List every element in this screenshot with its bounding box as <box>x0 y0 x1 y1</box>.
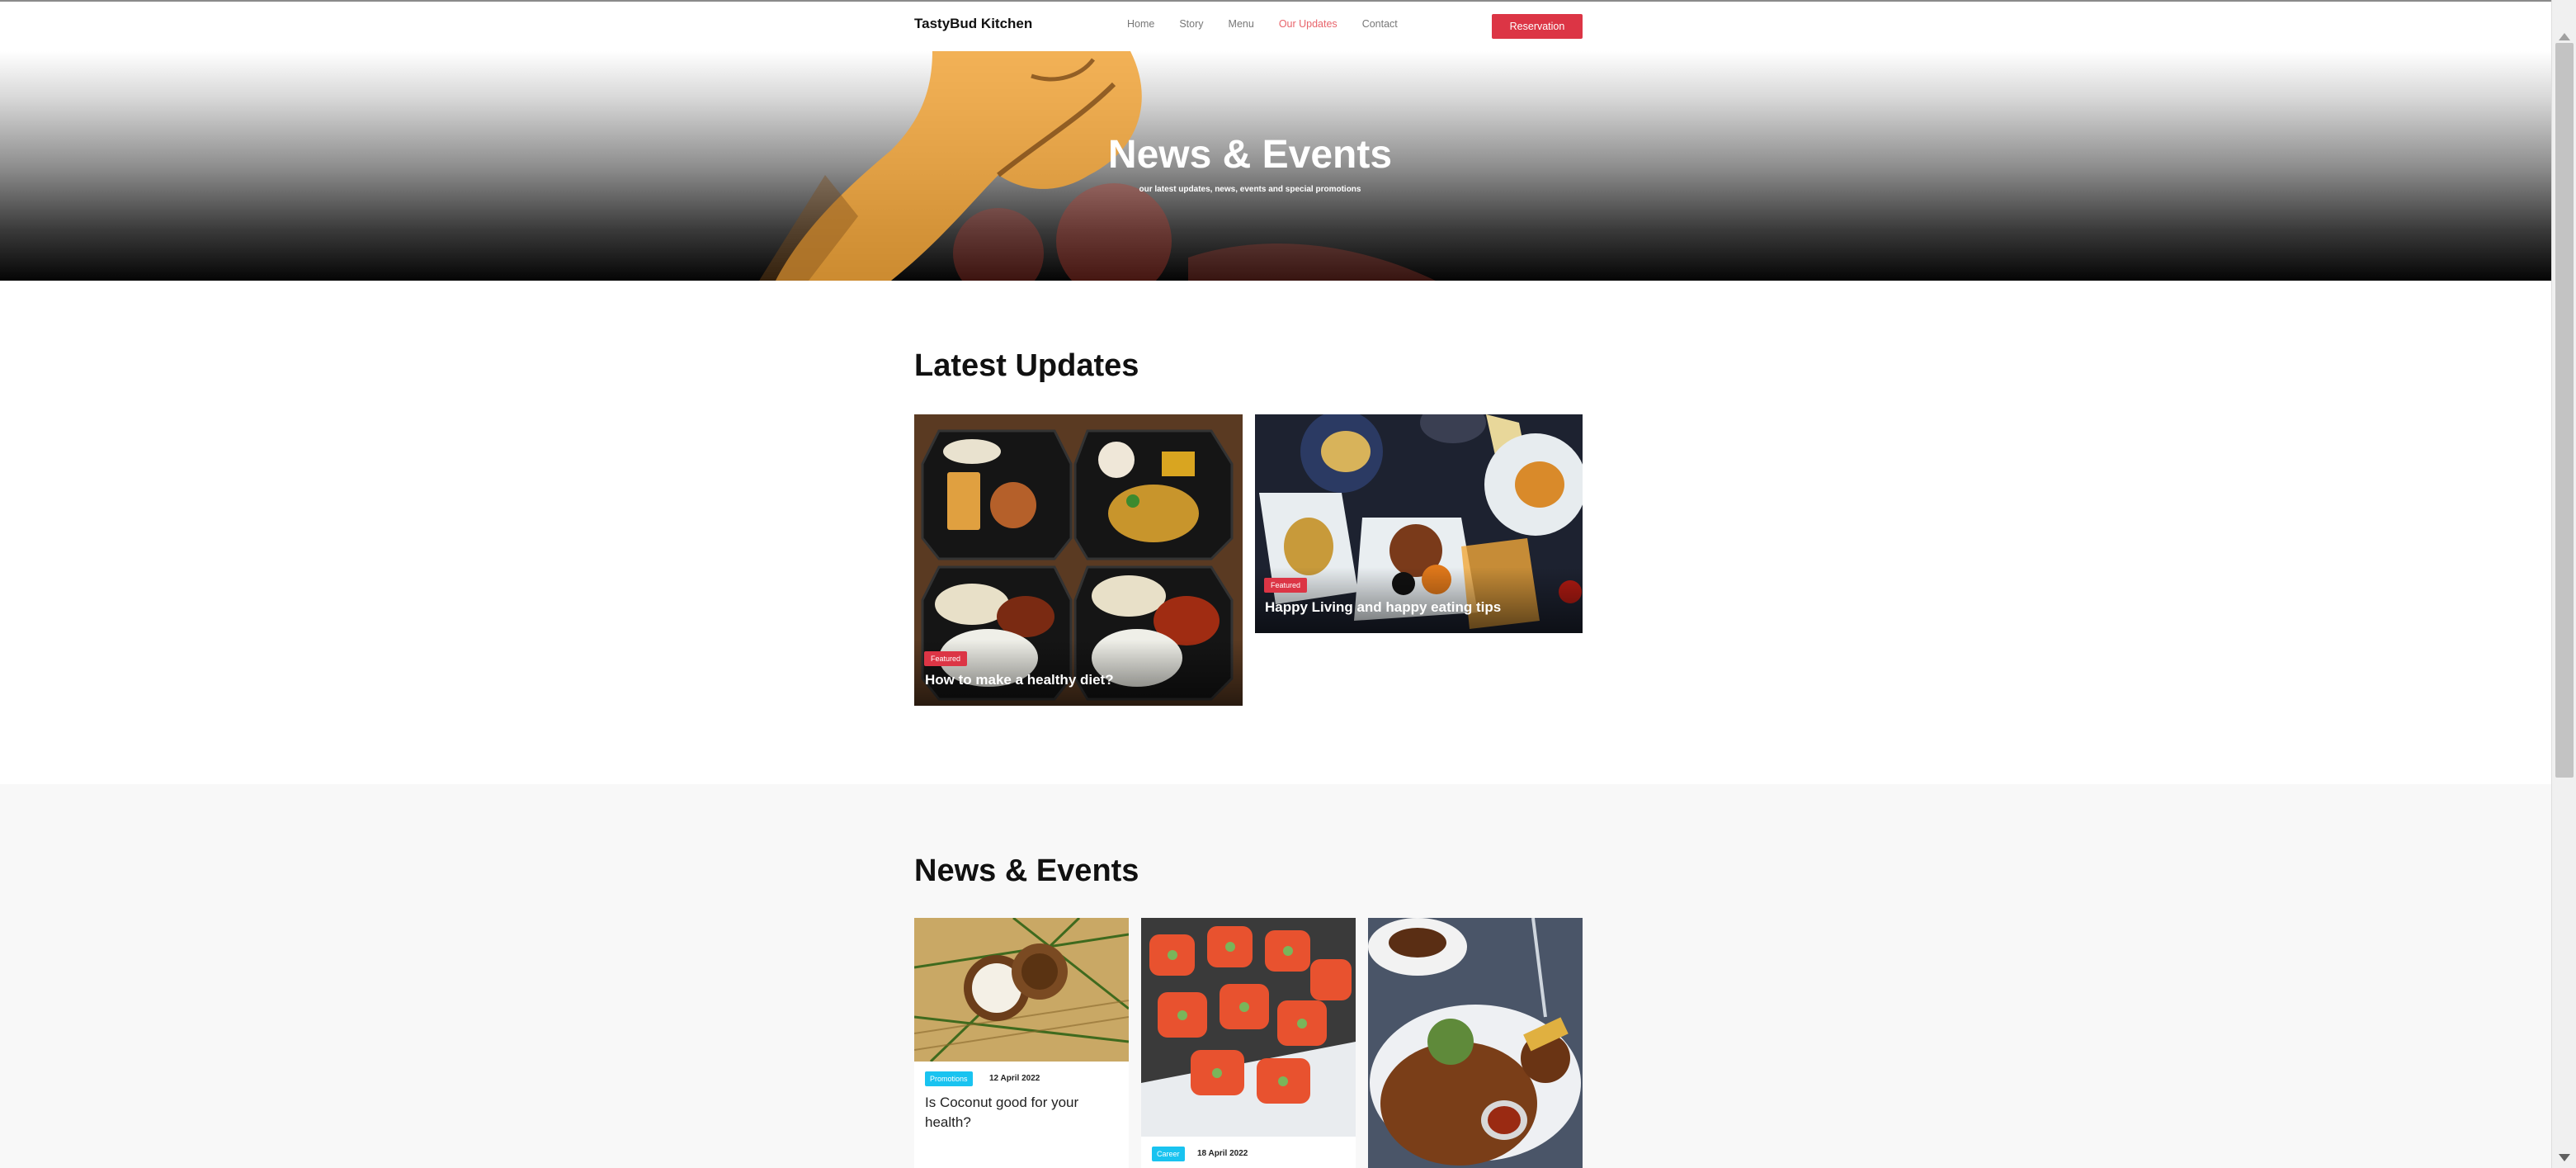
news-card[interactable] <box>1368 918 1583 1168</box>
nav-link-our-updates[interactable]: Our Updates <box>1279 18 1338 30</box>
scroll-down-arrow-icon[interactable] <box>2559 1154 2570 1161</box>
scrollbar-thumb[interactable] <box>2555 43 2574 778</box>
sushi-image <box>1141 918 1356 1137</box>
news-events-title: News & Events <box>914 854 1139 888</box>
news-card[interactable]: Career 18 April 2022 <box>1141 918 1356 1168</box>
page: TastyBud Kitchen Home Story Menu Our Upd… <box>0 0 2551 1168</box>
latest-update-card[interactable]: Featured Happy Living and happy eating t… <box>1255 414 1583 633</box>
news-events-section: News & Events Promotions 12 April 2022 I… <box>0 784 2551 1168</box>
news-date: 12 April 2022 <box>989 1074 1040 1083</box>
nav-link-menu[interactable]: Menu <box>1229 18 1254 30</box>
card-title[interactable]: Happy Living and happy eating tips <box>1265 599 1501 616</box>
rice-dish-image <box>1368 918 1583 1168</box>
scrollbar[interactable] <box>2551 0 2576 1168</box>
hero-subtitle: our latest updates, news, events and spe… <box>1139 185 1361 194</box>
nav-link-contact[interactable]: Contact <box>1362 18 1398 30</box>
news-card[interactable]: Promotions 12 April 2022 Is Coconut good… <box>914 918 1129 1168</box>
news-title[interactable]: Is Coconut good for your health? <box>925 1093 1115 1133</box>
latest-updates-title: Latest Updates <box>914 348 1139 383</box>
category-badge: Promotions <box>925 1071 973 1086</box>
nav-links: Home Story Menu Our Updates Contact <box>1127 18 1422 30</box>
category-badge: Career <box>1152 1147 1185 1161</box>
latest-updates-section: Latest Updates Featured How to make a he… <box>0 281 2551 784</box>
scroll-up-arrow-icon[interactable] <box>2559 33 2570 40</box>
navbar: TastyBud Kitchen Home Story Menu Our Upd… <box>0 0 2551 51</box>
card-title[interactable]: How to make a healthy diet? <box>925 672 1114 688</box>
hero-title: News & Events <box>1107 133 1393 177</box>
coconut-image <box>914 918 1129 1062</box>
latest-update-card[interactable]: Featured How to make a healthy diet? <box>914 414 1243 706</box>
reservation-button[interactable]: Reservation <box>1492 14 1583 39</box>
brand-logo[interactable]: TastyBud Kitchen <box>914 16 1032 32</box>
nav-link-story[interactable]: Story <box>1179 18 1203 30</box>
featured-badge: Featured <box>924 651 968 666</box>
hero-banner: News & Events our latest updates, news, … <box>0 51 2551 281</box>
news-date: 18 April 2022 <box>1197 1149 1248 1158</box>
nav-link-home[interactable]: Home <box>1127 18 1154 30</box>
featured-badge: Featured <box>1264 578 1308 593</box>
